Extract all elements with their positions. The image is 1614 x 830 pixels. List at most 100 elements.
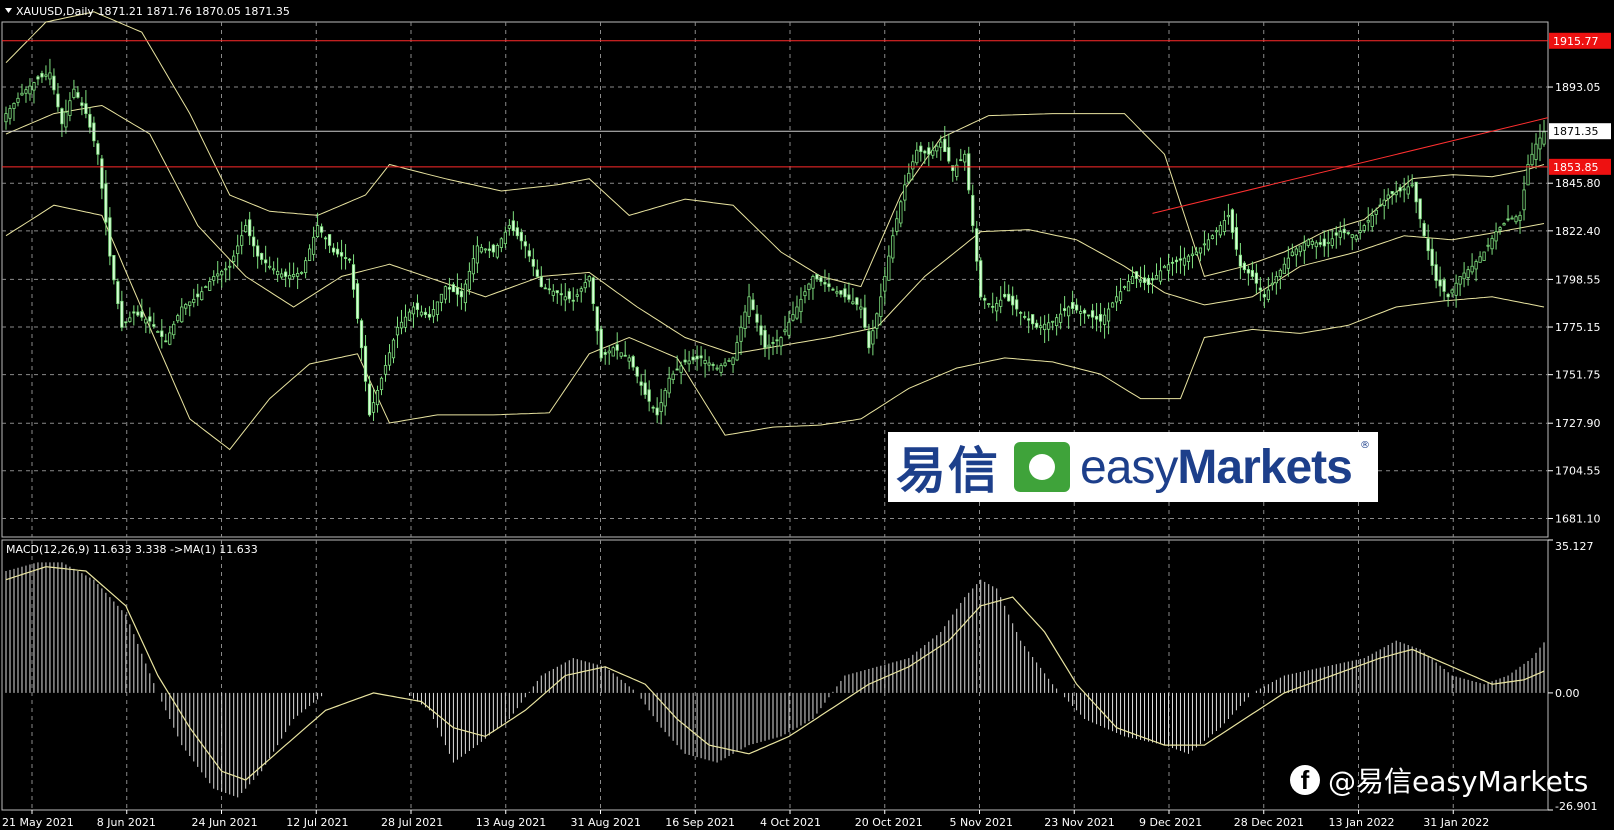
candle-body [168, 332, 172, 345]
candle-body [12, 103, 16, 109]
candle-body [967, 153, 971, 191]
candle-body [1346, 232, 1350, 235]
x-tick-label: 23 Nov 2021 [1044, 816, 1114, 829]
candle-body [635, 366, 639, 377]
candle-body [931, 149, 935, 156]
candle-body [495, 245, 499, 258]
candle-body [1007, 293, 1011, 302]
candle-body [1258, 287, 1262, 291]
candle-body [335, 248, 340, 255]
candle-body [1434, 264, 1438, 281]
candle-body [411, 306, 416, 315]
candle-body [543, 287, 547, 290]
candle-body [84, 103, 88, 115]
candle-body [1470, 265, 1474, 273]
candle-body [104, 183, 108, 223]
candle-body [244, 225, 248, 233]
candle-body [639, 381, 643, 386]
candle-body [775, 339, 779, 342]
candle-body [791, 314, 795, 321]
candle-body [1402, 188, 1406, 191]
candle-body [899, 201, 903, 224]
candle-body [1338, 231, 1342, 238]
candle-body [727, 360, 731, 362]
candle-body [811, 276, 815, 289]
candle-body [427, 313, 432, 318]
candle-body [1055, 317, 1059, 327]
candle-body [124, 321, 128, 324]
candle-body [387, 352, 392, 366]
candle-body [851, 301, 855, 305]
candle-body [731, 357, 735, 365]
candle-body [16, 97, 20, 103]
candle-body [659, 402, 663, 412]
candle-body [1510, 217, 1514, 220]
candle-body [236, 245, 240, 255]
candle-body [228, 265, 232, 268]
candle-body [1214, 230, 1219, 233]
candle-body [1334, 232, 1338, 236]
trendline [1152, 117, 1549, 214]
candle-body [415, 302, 420, 310]
candle-body [423, 311, 428, 316]
candle-body [232, 255, 236, 262]
candle-body [144, 318, 148, 324]
candle-body [1118, 291, 1123, 302]
candle-body [1122, 286, 1127, 289]
candle-body [1150, 278, 1155, 281]
candle-body [1506, 218, 1510, 221]
price-chart-title: XAUUSD,Daily 1871.21 1871.76 1870.05 187… [16, 5, 290, 18]
candle-body [1079, 311, 1083, 314]
candle-body [152, 324, 156, 327]
candle-body [1086, 314, 1091, 317]
logo-chinese-text: 易信 [896, 442, 1000, 500]
candle-body [1218, 225, 1223, 236]
logo-registered-mark: ® [1360, 440, 1370, 451]
candle-body [1226, 214, 1231, 218]
x-tick-label: 31 Jan 2022 [1423, 816, 1489, 829]
candle-body [391, 339, 396, 359]
candle-body [631, 356, 635, 368]
watermark-text: @易信easyMarkets [1328, 765, 1589, 798]
candle-body [715, 367, 719, 370]
candle-body [1410, 184, 1414, 187]
candle-body [903, 184, 907, 201]
candle-body [871, 330, 875, 345]
y-tick-label: 1681.10 [1555, 512, 1601, 525]
candle-body [483, 248, 487, 251]
candle-body [1458, 276, 1462, 285]
candle-body [515, 227, 519, 237]
candle-body [1222, 220, 1227, 232]
candle-body [1522, 189, 1526, 211]
candle-body [1298, 245, 1302, 253]
candle-body [304, 260, 308, 273]
candle-body [319, 226, 324, 233]
candle-body [607, 350, 611, 354]
candle-body [136, 311, 140, 316]
candle-body [947, 147, 951, 162]
candle-body [1314, 242, 1318, 248]
x-tick-label: 4 Oct 2021 [760, 816, 821, 829]
candle-body [855, 297, 859, 305]
candle-body [327, 234, 332, 246]
candle-body [1374, 209, 1378, 215]
candle-body [1542, 131, 1546, 145]
candle-body [695, 355, 699, 360]
candle-body [331, 247, 336, 253]
candle-body [160, 330, 164, 337]
candle-body [1114, 296, 1119, 303]
candle-body [216, 273, 220, 277]
candle-body [315, 225, 320, 238]
candle-body [935, 145, 939, 152]
candle-body [1418, 198, 1422, 220]
candle-body [467, 270, 471, 290]
candle-body [707, 362, 711, 366]
candle-body [76, 92, 80, 98]
candle-body [100, 158, 104, 189]
candle-body [184, 304, 188, 309]
candle-body [196, 293, 200, 298]
candle-body [1126, 281, 1131, 292]
candle-body [1234, 227, 1238, 250]
candle-body [355, 283, 360, 319]
candle-body [591, 277, 595, 304]
